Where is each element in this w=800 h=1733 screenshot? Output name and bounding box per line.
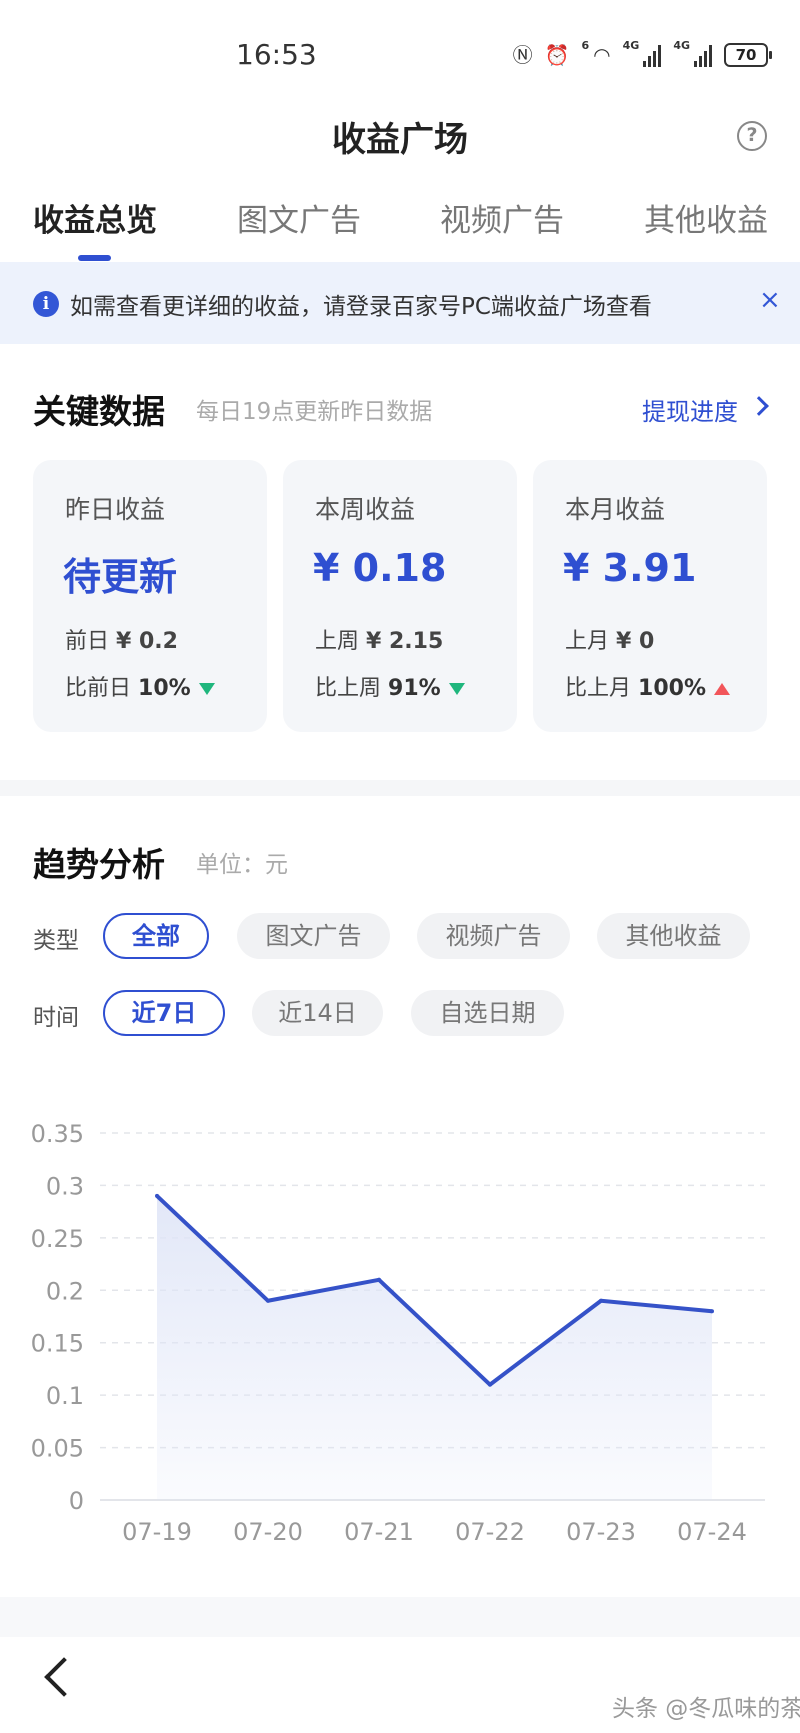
key-data-title: 关键数据: [33, 392, 165, 431]
card-this-month[interactable]: 本月收益 ¥ 3.91 上月 ¥ 0 比上月 100%: [533, 460, 767, 732]
data-point: [266, 1298, 270, 1303]
time-chip-7d[interactable]: 近7日: [103, 990, 225, 1036]
card-compare-label: 比上周: [315, 676, 382, 701]
trend-up-icon: [713, 683, 730, 695]
card-prev-value: ¥ 2.15: [366, 629, 444, 654]
card-compare-value: 91%: [388, 676, 441, 701]
page-title: 收益广场: [332, 120, 468, 160]
y-tick-label: 0: [69, 1487, 84, 1515]
back-chevron-icon[interactable]: [44, 1657, 84, 1697]
close-icon[interactable]: ×: [759, 285, 781, 315]
card-compare-value: 10%: [138, 676, 191, 701]
tab-other-income[interactable]: 其他收益: [644, 195, 768, 240]
card-compare: 比上周 91%: [315, 670, 465, 702]
card-value: ¥ 3.91: [563, 546, 697, 590]
trend-title: 趋势分析: [33, 845, 165, 884]
nfc-icon: Ⓝ: [512, 43, 533, 67]
x-tick-label: 07-23: [566, 1518, 636, 1546]
y-tick-label: 0.15: [31, 1330, 84, 1358]
card-prev: 上周 ¥ 2.15: [315, 623, 443, 655]
trend-down-icon: [198, 683, 215, 695]
type-chip-all[interactable]: 全部: [103, 913, 209, 959]
card-compare-label: 比上月: [565, 676, 632, 701]
x-tick-label: 07-20: [233, 1518, 303, 1546]
card-label: 昨日收益: [65, 495, 166, 524]
status-time: 16:53: [236, 38, 317, 71]
y-tick-label: 0.05: [31, 1435, 84, 1463]
status-icons: Ⓝ ⏰ 6 ◠ 4G 4G 70: [512, 39, 772, 70]
key-data-subtitle: 每日19点更新昨日数据: [196, 399, 433, 425]
trend-chart: 0 0.05 0.1 0.15 0.2 0.25 0.3 0.35 07-19 07-20 07-2…: [31, 1120, 765, 1546]
battery-icon: 70: [724, 43, 772, 67]
withdraw-progress-link[interactable]: 提现进度: [642, 392, 738, 427]
tab-bar: 收益总览 图文广告 视频广告 其他收益: [0, 195, 800, 255]
watermark: 头条 @冬瓜味的茶: [612, 1696, 800, 1722]
card-prev-label: 上月: [565, 629, 610, 654]
card-compare: 比上月 100%: [565, 670, 730, 702]
x-tick-label: 07-21: [344, 1518, 414, 1546]
type-chip-video[interactable]: 视频广告: [417, 913, 570, 959]
card-prev-value: ¥ 0.2: [116, 629, 178, 654]
wifi-tag: 6: [581, 39, 590, 52]
signal-tag-2: 4G: [673, 39, 690, 52]
type-chip-other[interactable]: 其他收益: [597, 913, 750, 959]
type-filter-label: 类型: [33, 928, 79, 954]
card-compare-value: 100%: [638, 676, 706, 701]
card-compare: 比前日 10%: [65, 670, 215, 702]
status-bar: 16:53 Ⓝ ⏰ 6 ◠ 4G 4G 70: [0, 0, 800, 100]
y-tick-label: 0.35: [31, 1120, 84, 1148]
series-area: [157, 1195, 712, 1500]
y-tick-label: 0.1: [46, 1382, 84, 1410]
notice-text: 如需查看更详细的收益，请登录百家号PC端收益广场查看: [70, 294, 652, 320]
y-tick-label: 0.25: [31, 1225, 84, 1253]
type-chip-image-text[interactable]: 图文广告: [237, 913, 390, 959]
info-icon: i: [33, 291, 59, 317]
tab-indicator: [78, 255, 111, 261]
card-label: 本月收益: [565, 495, 666, 524]
card-prev: 上月 ¥ 0: [565, 623, 654, 655]
tab-video-ads[interactable]: 视频广告: [440, 195, 564, 240]
card-prev-label: 上周: [315, 629, 360, 654]
section-divider: [0, 780, 800, 796]
card-prev: 前日 ¥ 0.2: [65, 623, 178, 655]
card-this-week[interactable]: 本周收益 ¥ 0.18 上周 ¥ 2.15 比上周 91%: [283, 460, 517, 732]
signal-tag-1: 4G: [622, 39, 640, 52]
data-point: [377, 1277, 381, 1282]
x-tick-label: 07-22: [455, 1518, 525, 1546]
data-point: [599, 1298, 603, 1303]
x-tick-label: 07-24: [677, 1518, 747, 1546]
card-prev-value: ¥ 0: [616, 629, 655, 654]
card-value: 待更新: [63, 555, 178, 599]
trend-unit: 单位：元: [196, 852, 288, 878]
y-tick-label: 0.3: [46, 1172, 84, 1200]
tab-overview[interactable]: 收益总览: [33, 195, 157, 240]
card-prev-label: 前日: [65, 629, 110, 654]
trend-down-icon: [448, 683, 465, 695]
signal-4g-icon: [643, 43, 662, 67]
time-filter-label: 时间: [33, 1005, 79, 1031]
tab-image-text-ads[interactable]: 图文广告: [237, 195, 361, 240]
card-yesterday[interactable]: 昨日收益 待更新 前日 ¥ 0.2 比前日 10%: [33, 460, 267, 732]
question-circle-icon[interactable]: ?: [737, 121, 767, 151]
chevron-right-icon[interactable]: [749, 396, 769, 416]
bottom-divider: [0, 1597, 800, 1637]
y-tick-label: 0.2: [46, 1277, 84, 1305]
card-value: ¥ 0.18: [313, 546, 447, 590]
time-chip-14d[interactable]: 近14日: [252, 990, 383, 1036]
x-tick-label: 07-19: [122, 1518, 192, 1546]
alarm-icon: ⏰: [544, 43, 570, 67]
time-chip-custom[interactable]: 自选日期: [411, 990, 564, 1036]
card-compare-label: 比前日: [65, 676, 132, 701]
card-label: 本周收益: [315, 495, 416, 524]
signal-4g-icon: [694, 43, 712, 67]
data-point: [710, 1309, 714, 1314]
wifi-icon: ◠: [593, 43, 611, 67]
data-point: [488, 1382, 492, 1387]
data-point: [155, 1193, 159, 1198]
